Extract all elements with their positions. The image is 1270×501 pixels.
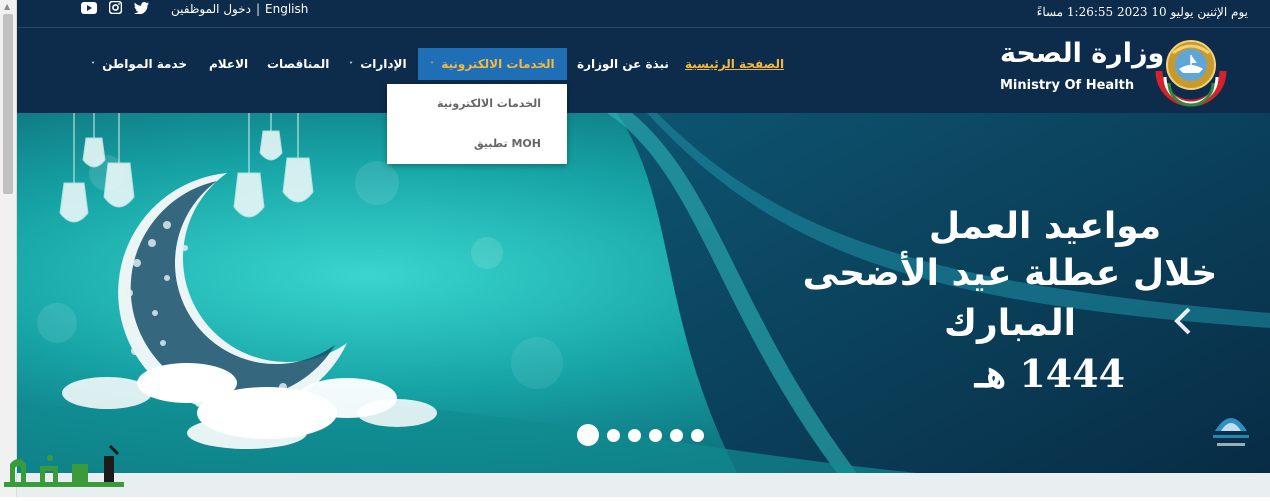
staff-login-link[interactable]: دخول الموظفين	[171, 2, 251, 16]
slider-dot[interactable]	[670, 428, 683, 442]
logo-english-text[interactable]: Ministry Of Health	[1000, 78, 1134, 93]
nav-e-services[interactable]: ˅ الخدمات الالكترونية	[418, 48, 567, 80]
hero-line-2: خلال عطلة عيد الأضحى المبارك	[802, 253, 1218, 344]
nav-home[interactable]: الصفحة الرئيسية	[685, 48, 784, 80]
english-language-link[interactable]: English	[265, 2, 308, 16]
slider-dot-active[interactable]	[577, 424, 599, 446]
scrollbar-thumb[interactable]	[3, 14, 13, 194]
main-navigation: الصفحة الرئيسية نبذة عن الوزارة ˅ الخدما…	[87, 48, 787, 80]
scroll-up-arrow-icon[interactable]: ▲	[4, 2, 10, 11]
dropdown-item-moh-app[interactable]: تطبيق MOH	[387, 124, 567, 164]
slider-dot[interactable]	[691, 428, 704, 442]
nav-about-ministry[interactable]: نبذة عن الوزارة	[577, 48, 669, 80]
nav-tenders[interactable]: المناقصات	[267, 48, 329, 80]
chevron-down-icon: ˅	[91, 61, 95, 70]
nav-citizen-service[interactable]: ˅ خدمة المواطن	[91, 48, 187, 80]
chevron-down-icon: ˅	[349, 61, 353, 70]
top-bar: دخول الموظفين | English يوم الإثنين يولي…	[17, 0, 1270, 28]
social-links	[81, 1, 149, 14]
nav-departments-label: الإدارات	[360, 57, 407, 71]
nav-departments[interactable]: ˅ الإدارات	[349, 48, 407, 80]
hero-line-1: مواعيد العمل	[928, 206, 1162, 247]
browser-scrollbar[interactable]: ▲	[0, 0, 17, 497]
site-header: وزارة الصحة Ministry Of Health الصفحة ال…	[17, 28, 1270, 113]
separator: |	[256, 2, 261, 16]
page-bottom-strip	[17, 473, 1270, 497]
kuwait-emblem-icon[interactable]	[1153, 33, 1229, 113]
nav-citizen-service-label: خدمة المواطن	[102, 57, 188, 71]
watermark-logo-icon	[0, 440, 160, 501]
instagram-icon[interactable]	[109, 1, 122, 14]
logo-arabic-text[interactable]: وزارة الصحة	[1000, 38, 1165, 69]
youtube-icon[interactable]	[81, 1, 97, 14]
nav-e-services-label: الخدمات الالكترونية	[441, 57, 555, 71]
moh-website: دخول الموظفين | English يوم الإثنين يولي…	[17, 0, 1270, 497]
slider-dot[interactable]	[607, 428, 620, 442]
slider-pagination	[577, 424, 704, 446]
e-services-dropdown: الخدمات الالكترونية تطبيق MOH	[387, 84, 567, 164]
slider-dot[interactable]	[628, 428, 641, 442]
top-links: دخول الموظفين | English	[171, 2, 308, 16]
dropdown-item-e-services[interactable]: الخدمات الالكترونية	[387, 84, 567, 124]
hero-line-3: 1444 هـ	[974, 351, 1126, 396]
twitter-icon[interactable]	[134, 1, 149, 14]
slider-dot[interactable]	[649, 428, 662, 442]
hero-announcement: مواعيد العمل خلال عطلة عيد الأضحى المبار…	[750, 205, 1270, 399]
current-datetime: يوم الإثنين يوليو 10 2023 1:26:55 مساءً	[1036, 5, 1248, 19]
nav-media[interactable]: الاعلام	[209, 48, 248, 80]
chevron-down-icon: ˅	[430, 61, 434, 70]
hero-banner[interactable]: مواعيد العمل خلال عطلة عيد الأضحى المبار…	[17, 113, 1270, 473]
